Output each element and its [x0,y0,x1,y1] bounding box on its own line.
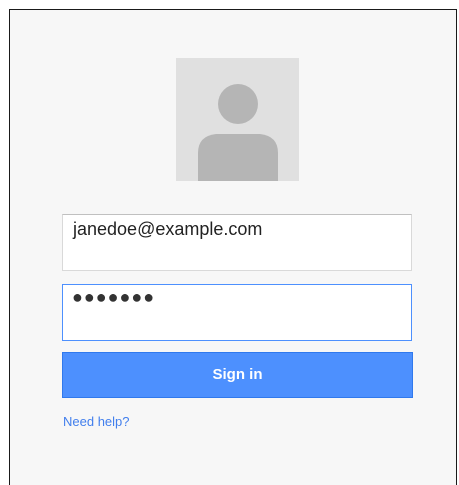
email-field[interactable]: janedoe@example.com [62,214,412,271]
sign-in-button[interactable]: Sign in [62,352,413,398]
email-value: janedoe@example.com [73,219,263,239]
profile-avatar [176,58,299,181]
need-help-link[interactable]: Need help? [63,414,130,429]
password-field[interactable]: ●●●●●●● [62,284,412,341]
user-avatar-icon [198,84,278,181]
password-masked-value: ●●●●●●● [72,287,156,307]
login-card: janedoe@example.com ●●●●●●● Sign in Need… [9,9,457,485]
